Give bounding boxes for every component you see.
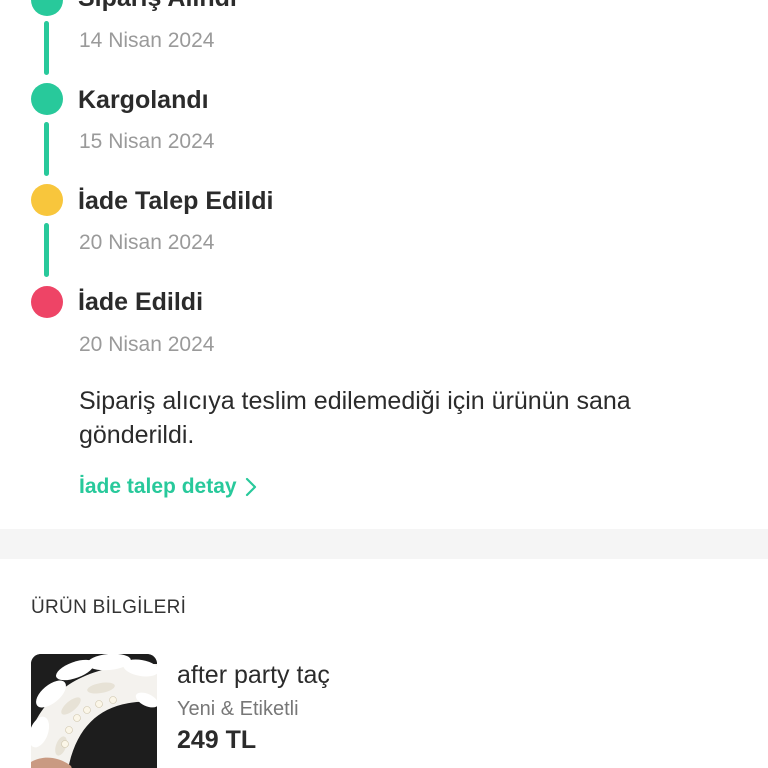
return-explanation-text: Sipariş alıcıya teslim edilemediği için … [79,387,631,449]
step-title-shipped: Kargolandı [78,86,209,114]
product-price: 249 TL [177,726,257,754]
feather-crown-photo [31,654,157,768]
step-date-order-received: 14 Nisan 2024 [79,29,215,52]
product-name[interactable]: after party taç [177,660,330,690]
step-title-returned: İade Edildi [78,288,204,316]
timeline-connector [44,223,49,277]
step-date-return-requested: 20 Nisan 2024 [79,231,215,254]
step-date-shipped: 15 Nisan 2024 [79,130,215,153]
status-dot-return-requested [31,184,63,216]
order-detail-screen: Sipariş Alındı 14 Nisan 2024 Kargolandı … [0,0,768,768]
section-divider [0,529,768,559]
timeline-connector [44,122,49,176]
chevron-right-icon [245,477,256,497]
step-date-returned: 20 Nisan 2024 [79,333,215,356]
status-dot-order-received [31,0,63,16]
return-request-detail-label: İade talep detay [79,475,237,498]
step-title-order-received: Sipariş Alındı [78,0,237,13]
product-info-heading: ÜRÜN BİLGİLERİ [31,597,187,618]
timeline-connector [44,21,49,75]
product-thumbnail[interactable] [31,654,157,768]
status-dot-returned [31,286,63,318]
product-condition: Yeni & Etiketli [177,698,299,720]
return-request-detail-link[interactable]: İade talep detay [79,473,257,501]
step-title-return-requested: İade Talep Edildi [78,187,274,215]
status-dot-shipped [31,83,63,115]
